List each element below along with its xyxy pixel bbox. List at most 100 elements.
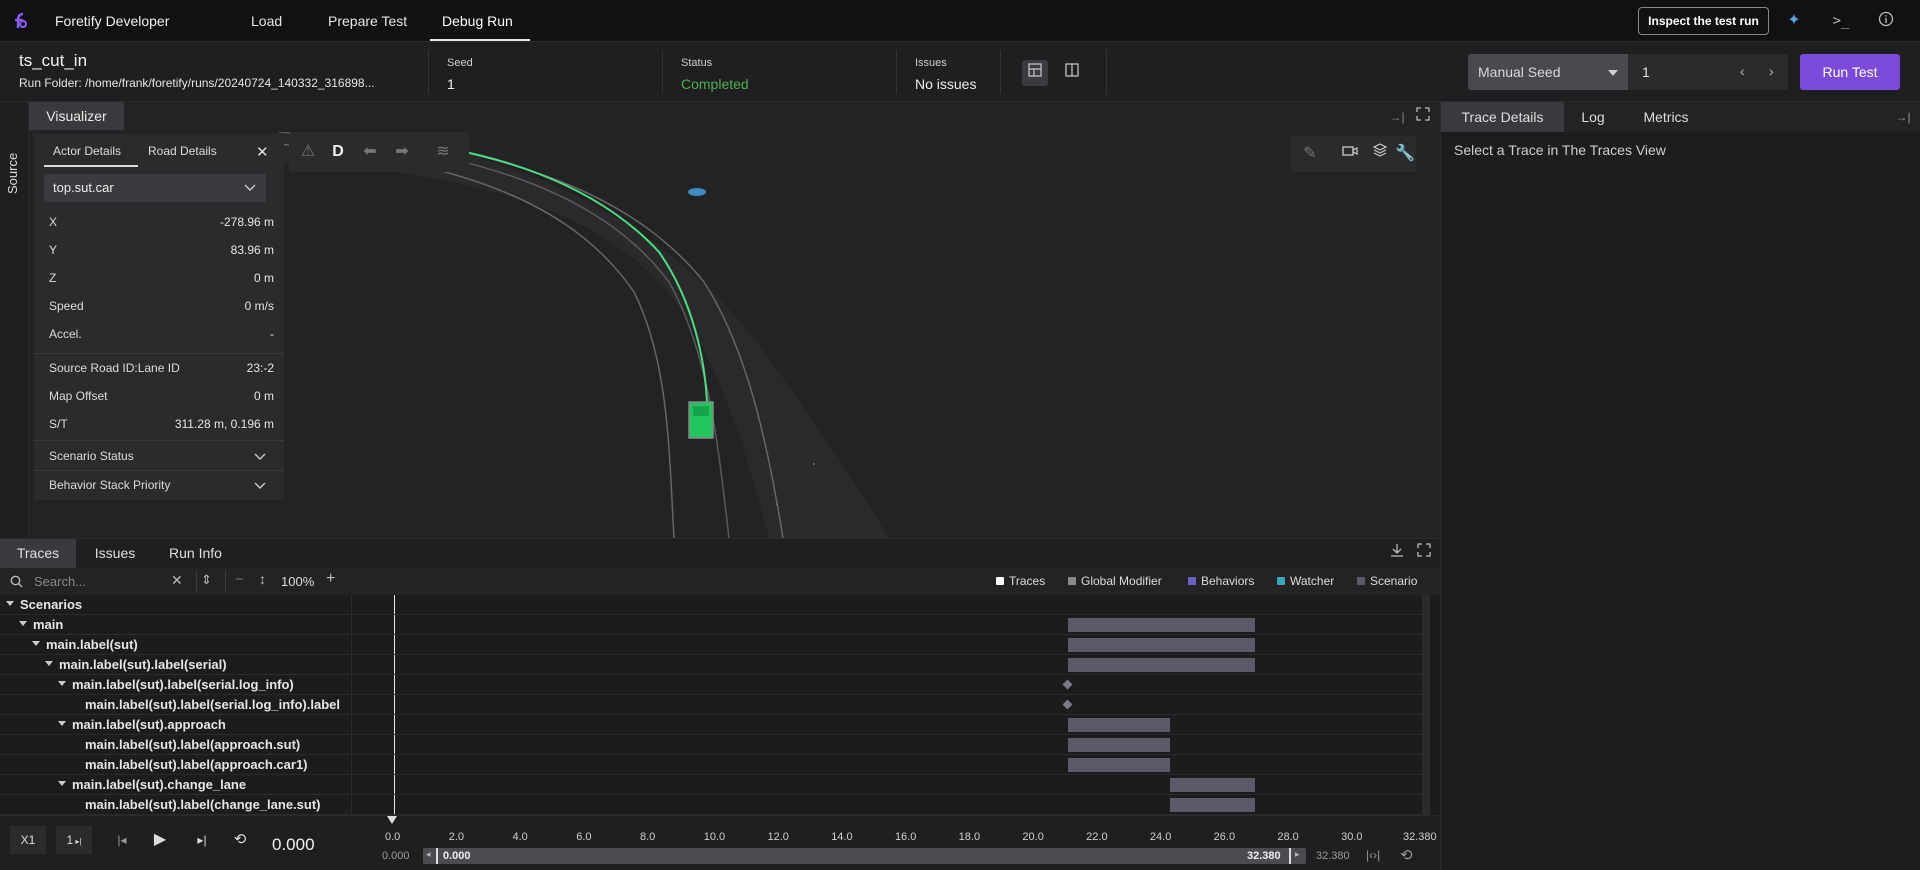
fullscreen-icon[interactable] xyxy=(1413,107,1433,127)
reset-icon[interactable]: ⟲ xyxy=(1400,846,1413,864)
expand-collapse-icon[interactable]: ⇕ xyxy=(201,572,212,588)
layout-grid-button[interactable] xyxy=(1022,60,1048,86)
tab-metrics[interactable]: Metrics xyxy=(1622,102,1710,132)
caret-right-icon[interactable]: ▸ xyxy=(1295,849,1300,860)
tree-row[interactable]: main.label(sut).label(serial) xyxy=(0,655,350,675)
download-icon[interactable] xyxy=(1387,543,1407,563)
trace-span-bar[interactable] xyxy=(1169,798,1256,812)
playhead[interactable] xyxy=(394,595,395,815)
tree-row[interactable]: main xyxy=(0,615,350,635)
replay-icon[interactable]: ⟲ xyxy=(228,826,252,854)
tree-row[interactable]: main.label(sut).approach xyxy=(0,715,350,735)
source-sidebar[interactable]: Source xyxy=(0,102,29,538)
row-value: 311.28 m, 0.196 m xyxy=(174,417,274,431)
test-name: ts_cut_in xyxy=(19,51,88,70)
tab-road-details[interactable]: Road Details xyxy=(148,144,217,158)
skip-back-icon[interactable]: |◂ xyxy=(110,826,134,854)
section-scenario-status[interactable]: Scenario Status xyxy=(34,442,284,470)
range-handle-right[interactable] xyxy=(1289,848,1291,864)
step-button[interactable]: 1 ▸| xyxy=(56,826,92,854)
tab-run-info[interactable]: Run Info xyxy=(158,539,233,568)
range-start: 0.000 xyxy=(382,850,410,862)
layout-split-button[interactable] xyxy=(1059,60,1085,86)
warning-icon[interactable]: ⚠ xyxy=(294,138,322,166)
trace-span-bar[interactable] xyxy=(1068,658,1256,672)
sparkle-icon[interactable]: ✦ xyxy=(1784,11,1804,31)
tab-debug-run[interactable]: Debug Run xyxy=(442,13,513,29)
seed-input[interactable]: 1 ‹ › xyxy=(1628,54,1788,90)
expand-triangle-icon[interactable] xyxy=(19,621,27,626)
trace-span-bar[interactable] xyxy=(1068,618,1256,632)
info-icon[interactable] xyxy=(1876,11,1896,31)
tab-trace-details[interactable]: Trace Details xyxy=(1441,102,1564,132)
tree-row[interactable]: main.label(sut) xyxy=(0,635,350,655)
playhead-marker[interactable] xyxy=(387,816,397,824)
run-test-button[interactable]: Run Test xyxy=(1800,54,1900,90)
chevron-left-icon[interactable]: ‹ xyxy=(1740,63,1745,79)
expand-triangle-icon[interactable] xyxy=(58,721,66,726)
collapse-right-icon[interactable]: →| xyxy=(1893,107,1913,127)
tree-row[interactable]: main.label(sut).label(serial.log_info) xyxy=(0,675,350,695)
terminal-icon[interactable]: >_ xyxy=(1831,11,1851,31)
caret-left-icon[interactable]: ◂ xyxy=(426,849,431,860)
range-slider[interactable]: ◂ 0.000 32.380 ▸ xyxy=(423,848,1306,864)
fit-range-icon[interactable]: |‹›| xyxy=(1366,848,1380,862)
timeline-scrollbar[interactable] xyxy=(1422,595,1430,815)
tree-row[interactable]: Scenarios xyxy=(0,595,350,615)
trace-span-bar[interactable] xyxy=(1068,758,1170,772)
trace-span-bar[interactable] xyxy=(1169,778,1256,792)
tree-row[interactable]: main.label(sut).label(change_lane.sut) xyxy=(0,795,350,815)
fullscreen-icon[interactable] xyxy=(1414,543,1434,563)
skip-forward-icon[interactable]: ▸| xyxy=(190,826,214,854)
tab-actor-details[interactable]: Actor Details xyxy=(53,144,121,158)
driver-mode-toggle[interactable]: D xyxy=(324,138,352,166)
trace-span-bar[interactable] xyxy=(1068,718,1170,732)
section-label: Behavior Stack Priority xyxy=(49,478,171,492)
close-icon[interactable]: ✕ xyxy=(256,143,269,161)
tab-prepare-test[interactable]: Prepare Test xyxy=(328,13,407,29)
hide-road-icon[interactable]: ≋ xyxy=(429,138,457,166)
tab-issues[interactable]: Issues xyxy=(80,539,150,568)
chevron-right-icon[interactable]: › xyxy=(1769,63,1774,79)
zoom-in-icon[interactable]: + xyxy=(326,570,335,588)
expand-triangle-icon[interactable] xyxy=(58,681,66,686)
actor-select[interactable]: top.sut.car xyxy=(44,174,266,202)
tree-row[interactable]: main.label(sut).label(serial.log_info).l… xyxy=(0,695,350,715)
clear-search-icon[interactable]: ✕ xyxy=(171,572,183,589)
tab-log[interactable]: Log xyxy=(1564,102,1622,132)
source-label[interactable]: Source xyxy=(5,153,20,194)
range-handle-left[interactable] xyxy=(436,848,438,864)
tree-row[interactable]: main.label(sut).label(approach.sut) xyxy=(0,735,350,755)
tab-visualizer[interactable]: Visualizer xyxy=(29,102,124,130)
layers-icon[interactable] xyxy=(1366,140,1394,168)
tab-traces[interactable]: Traces xyxy=(0,539,76,568)
expand-triangle-icon[interactable] xyxy=(32,641,40,646)
tree-row[interactable]: main.label(sut).change_lane xyxy=(0,775,350,795)
trace-event-marker[interactable] xyxy=(1062,679,1073,690)
fit-height-icon[interactable]: ↕ xyxy=(259,571,266,587)
seed-mode-select[interactable]: Manual Seed xyxy=(1468,54,1628,90)
wrench-icon[interactable]: 🔧 xyxy=(1391,140,1419,168)
trace-event-marker[interactable] xyxy=(1062,699,1073,710)
speed-button[interactable]: X1 xyxy=(10,826,46,854)
camera-icon[interactable] xyxy=(1336,140,1364,168)
expand-triangle-icon[interactable] xyxy=(45,661,53,666)
trace-timeline[interactable] xyxy=(351,595,1426,815)
zoom-out-icon[interactable]: − xyxy=(235,571,244,588)
inspect-test-run-button[interactable]: Inspect the test run xyxy=(1638,7,1769,35)
ruler-icon[interactable]: ✎ xyxy=(1296,140,1324,168)
tree-row[interactable]: main.label(sut).label(approach.car1) xyxy=(0,755,350,775)
search-input[interactable]: Search... xyxy=(8,570,188,593)
trace-span-bar[interactable] xyxy=(1068,638,1256,652)
arrow-right-icon[interactable]: ➡ xyxy=(388,138,416,166)
collapse-right-icon[interactable]: →| xyxy=(1387,107,1407,127)
play-icon[interactable]: ▶ xyxy=(148,826,172,854)
expand-triangle-icon[interactable] xyxy=(6,601,14,606)
expand-triangle-icon[interactable] xyxy=(58,781,66,786)
time-tick-label: 18.0 xyxy=(958,831,981,843)
section-behavior-stack-priority[interactable]: Behavior Stack Priority xyxy=(34,471,284,499)
trace-span-bar[interactable] xyxy=(1068,738,1170,752)
arrow-left-icon[interactable]: ⬅ xyxy=(356,138,384,166)
tab-load[interactable]: Load xyxy=(251,13,282,29)
tree-row-label: main.label(sut).label(approach.car1) xyxy=(85,757,308,772)
